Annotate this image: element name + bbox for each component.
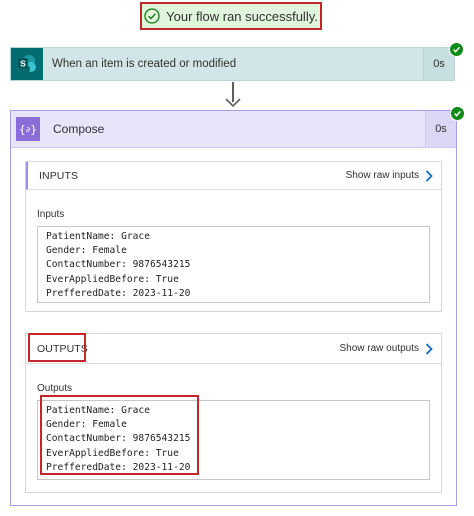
sharepoint-icon: S xyxy=(11,48,43,80)
outputs-label-highlight xyxy=(28,333,86,362)
input-line: Gender: Female xyxy=(46,245,127,257)
outputs-field-label: Outputs xyxy=(37,383,73,394)
outputs-values-highlight xyxy=(40,395,199,475)
arrow-down-icon xyxy=(225,98,241,108)
svg-text:S: S xyxy=(20,59,26,69)
inputs-header: INPUTS Show raw inputs xyxy=(26,162,441,190)
chevron-right-icon xyxy=(425,169,433,182)
inputs-code-box: PatientName: Grace Gender: Female Contac… xyxy=(37,226,430,303)
input-line: PatientName: Grace xyxy=(46,231,150,242)
compose-header[interactable]: {∂} Compose 0s xyxy=(11,111,456,148)
inputs-section-label: INPUTS xyxy=(39,169,79,182)
input-line: PrefferedDate: 2023-11-20 xyxy=(46,287,191,299)
inputs-field-label: Inputs xyxy=(37,209,65,220)
outputs-header: OUTPUTS Show raw outputs xyxy=(26,334,441,364)
success-check-icon xyxy=(450,106,465,121)
input-line: EverAppliedBefore: True xyxy=(46,273,179,285)
banner-text: Your flow ran successfully. xyxy=(166,8,318,24)
trigger-card[interactable]: S When an item is created or modified 0s xyxy=(10,47,455,81)
success-check-icon xyxy=(449,42,464,57)
show-raw-inputs-link[interactable]: Show raw inputs xyxy=(345,169,433,182)
success-banner: Your flow ran successfully. xyxy=(140,2,322,30)
input-line: ContactNumber: 9876543215 xyxy=(46,259,191,271)
compose-braces-icon: {∂} xyxy=(16,117,40,141)
inputs-panel: INPUTS Show raw inputs Inputs PatientNam… xyxy=(25,161,442,312)
check-circle-icon xyxy=(144,8,160,24)
compose-title: Compose xyxy=(53,122,105,136)
chevron-right-icon xyxy=(425,342,433,355)
show-raw-inputs-label: Show raw inputs xyxy=(345,170,419,181)
show-raw-outputs-label: Show raw outputs xyxy=(339,343,420,354)
show-raw-outputs-link[interactable]: Show raw outputs xyxy=(339,342,434,355)
trigger-title: When an item is created or modified xyxy=(52,58,237,70)
